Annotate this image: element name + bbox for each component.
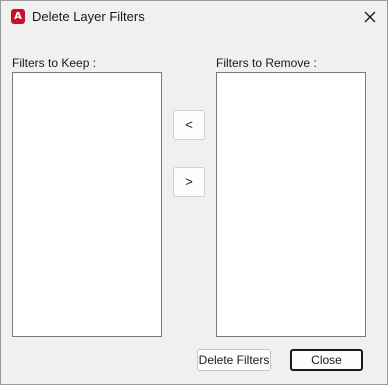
delete-filters-button[interactable]: Delete Filters: [197, 349, 271, 371]
filters-to-keep-label: Filters to Keep :: [12, 56, 97, 70]
move-to-remove-button[interactable]: >: [173, 167, 205, 197]
autocad-icon: A: [11, 9, 25, 24]
move-to-keep-button[interactable]: <: [173, 110, 205, 140]
close-icon[interactable]: [359, 6, 381, 28]
close-button[interactable]: Close: [290, 349, 363, 371]
window-title: Delete Layer Filters: [32, 9, 145, 24]
filters-to-keep-list[interactable]: [12, 72, 162, 337]
delete-layer-filters-dialog: A Delete Layer Filters Filters to Keep :…: [0, 0, 388, 385]
filters-to-remove-label: Filters to Remove :: [216, 56, 317, 70]
filters-to-remove-list[interactable]: [216, 72, 366, 337]
title-bar: A Delete Layer Filters: [1, 1, 387, 33]
